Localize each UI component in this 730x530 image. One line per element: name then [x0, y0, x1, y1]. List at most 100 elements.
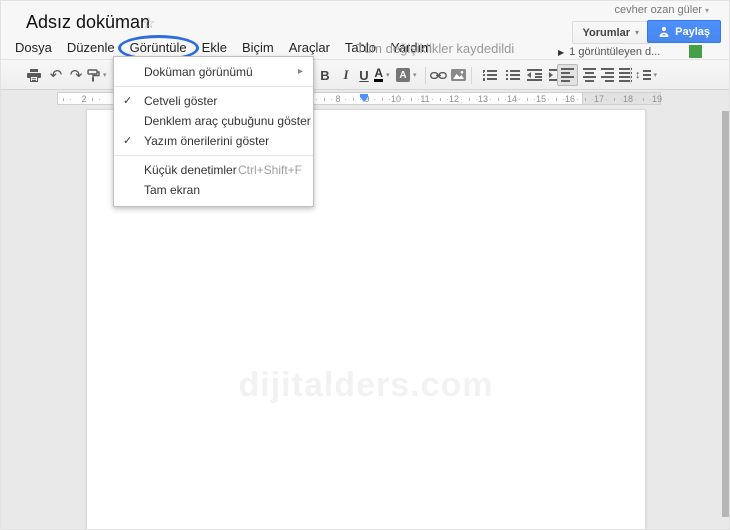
ruler-number: 15 [535, 94, 547, 104]
ruler-tick [613, 98, 615, 101]
ruler-tick [490, 99, 492, 100]
ruler-tick [533, 99, 535, 100]
ruler-tick [374, 99, 376, 100]
align-justify-button[interactable] [615, 64, 635, 86]
bold-button[interactable]: B [316, 64, 334, 86]
check-icon: ✓ [123, 135, 133, 147]
ruler-tick [635, 99, 637, 100]
ruler-tick [562, 99, 564, 100]
ruler-tick [555, 98, 557, 101]
line-spacing-button[interactable]: ↕ ▾ [635, 64, 657, 86]
google-docs-window: cevher ozan güler ▾ Adsız doküman ☆ Yorum… [0, 0, 730, 530]
chevron-down-icon: ▾ [704, 6, 709, 15]
ruler-tick [98, 99, 100, 100]
view-menu-item[interactable]: Doküman görünümü ▸ [114, 62, 313, 82]
ruler-tick [69, 99, 71, 100]
redo-button[interactable]: ↷ [67, 64, 85, 86]
menu-biçim[interactable]: Biçim [236, 39, 280, 57]
menu-görüntüle[interactable]: Görüntüle [117, 35, 199, 61]
indent-marker[interactable] [360, 94, 368, 102]
decrease-indent-icon [526, 69, 542, 81]
insert-image-button[interactable] [449, 64, 467, 86]
vertical-scrollbar[interactable] [722, 111, 729, 517]
comments-label: Yorumlar [582, 26, 630, 39]
align-center-icon [582, 66, 596, 84]
numbered-list-icon [482, 69, 497, 81]
text-color-button[interactable]: A ▾ [373, 64, 391, 86]
align-center-button[interactable] [579, 64, 599, 86]
ruler-tick [584, 98, 586, 101]
italic-button[interactable]: I [337, 64, 355, 86]
save-status[interactable]: Tüm değişiklikler kaydedildi [356, 41, 514, 56]
bulleted-list-button[interactable] [503, 64, 521, 86]
ruler-number: 16 [564, 94, 576, 104]
line-spacing-bars [642, 68, 651, 82]
submenu-arrow-icon: ▸ [297, 66, 303, 77]
ruler-tick [316, 99, 318, 100]
align-right-button[interactable] [597, 64, 617, 86]
ruler-tick [446, 99, 448, 100]
view-menu-item[interactable]: Tam ekran [114, 180, 313, 200]
chevron-down-icon: ▾ [386, 72, 390, 79]
ruler-tick [649, 99, 651, 100]
highlight-color-button[interactable]: A ▾ [396, 64, 417, 86]
star-icon[interactable]: ☆ [142, 14, 155, 32]
account-menu[interactable]: cevher ozan güler ▾ [615, 4, 709, 16]
viewers-indicator[interactable]: ▶ 1 görüntüleyen d... [558, 46, 660, 58]
ruler-number: 8 [335, 94, 341, 104]
share-button[interactable]: Paylaş [647, 20, 721, 43]
paint-format-button[interactable]: ▾ [87, 64, 107, 86]
menu-düzenle[interactable]: Düzenle [61, 39, 121, 57]
ruler-tick [548, 99, 550, 100]
underline-button[interactable]: U [355, 64, 373, 86]
document-title[interactable]: Adsız doküman [26, 12, 150, 33]
menu-item-label: Yazım önerilerini göster [144, 134, 270, 148]
view-menu-item[interactable]: ✓ Yazım önerilerini göster [114, 131, 313, 151]
menu-shortcut: Ctrl+Shift+F [237, 163, 302, 177]
bulleted-list-icon [505, 69, 520, 81]
ruler-tick [504, 99, 506, 100]
view-menu-dropdown: Doküman görünümü ▸ ✓ Cetveli göster Denklem … [113, 56, 314, 207]
document-area: 278910111213141516171819 dijitalders.com [1, 90, 729, 529]
ruler-tick [606, 99, 608, 100]
view-menu-item[interactable]: Denklem araç çubuğunu göster [114, 111, 313, 131]
view-menu-item[interactable]: ✓ Cetveli göster [114, 91, 313, 111]
toolbar-separator [425, 67, 426, 84]
ruler-tick [439, 98, 441, 101]
presence-avatar[interactable] [689, 45, 702, 58]
numbered-list-button[interactable] [480, 64, 498, 86]
ruler-number: 14 [506, 94, 518, 104]
chevron-down-icon: ▾ [103, 72, 107, 79]
ruler-tick [388, 99, 390, 100]
ruler-number: 2 [81, 94, 87, 104]
redo-icon: ↷ [69, 67, 83, 84]
watermark: dijitalders.com [238, 366, 494, 404]
undo-button[interactable]: ↶ [47, 64, 65, 86]
ruler-tick [620, 99, 622, 100]
menu-araçlar[interactable]: Araçlar [283, 39, 336, 57]
align-left-button[interactable] [557, 64, 578, 86]
menu-ekle[interactable]: Ekle [196, 39, 233, 57]
print-button[interactable] [25, 64, 43, 86]
ruler-number: 12 [448, 94, 460, 104]
decrease-indent-button[interactable] [525, 64, 543, 86]
view-menu-item[interactable]: Küçük denetimler Ctrl+Shift+F [114, 160, 313, 180]
print-icon [27, 68, 41, 82]
undo-icon: ↶ [49, 67, 63, 84]
ruler-number: 11 [420, 94, 430, 104]
paint-format-icon [87, 68, 100, 81]
account-name: cevher ozan güler [614, 4, 702, 16]
ruler-tick [62, 98, 64, 101]
ruler-tick [91, 98, 93, 101]
ruler-tick [526, 98, 528, 101]
menu-item-label: Cetveli göster [144, 94, 218, 108]
ruler-tick [403, 99, 405, 100]
ruler-tick [591, 99, 593, 100]
menu-dosya[interactable]: Dosya [9, 39, 58, 57]
comments-button[interactable]: Yorumlar ▾ [571, 21, 650, 44]
highlight-color-icon: A [396, 68, 410, 82]
ruler-number: 13 [477, 94, 489, 104]
insert-link-button[interactable] [429, 64, 447, 86]
ruler-number: 19 [651, 94, 663, 104]
toolbar-separator [471, 67, 472, 84]
